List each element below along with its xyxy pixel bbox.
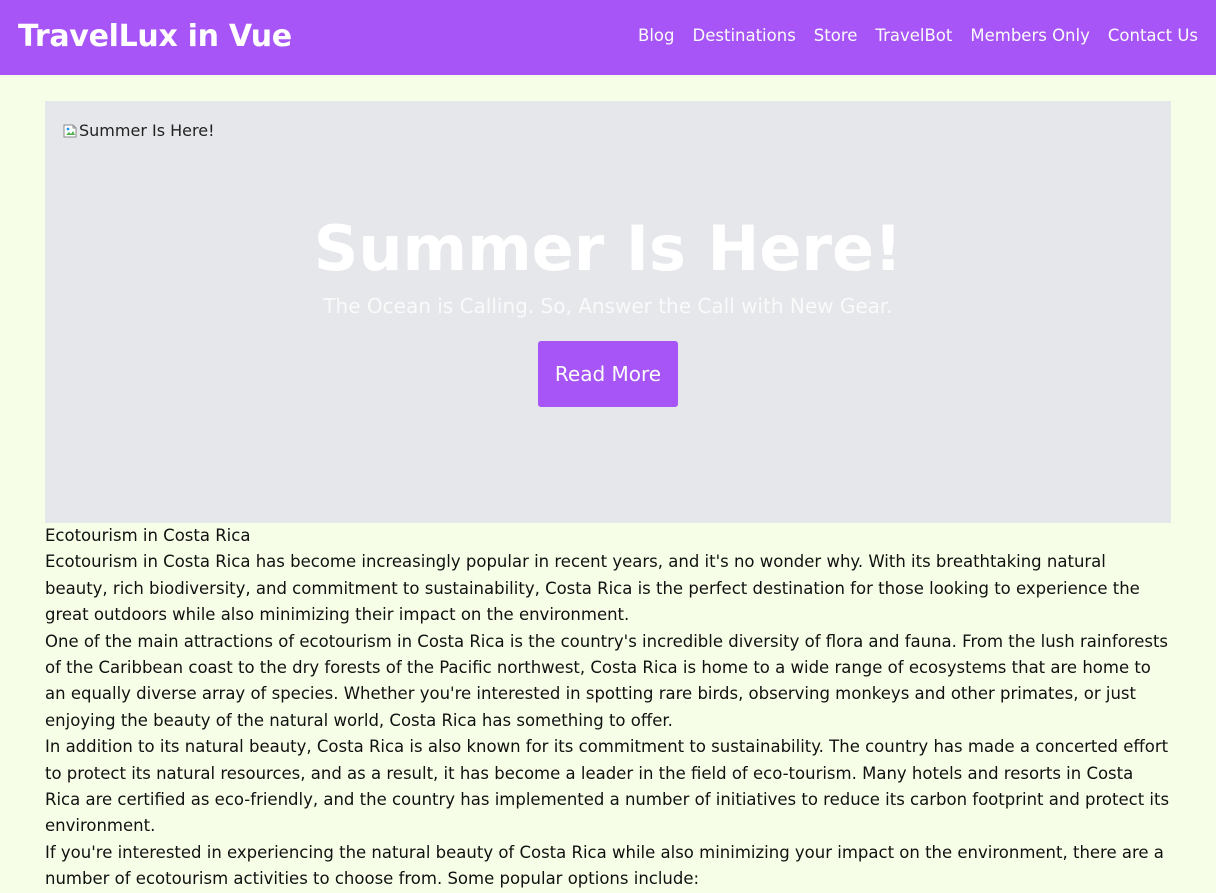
nav-link-members-only[interactable]: Members Only bbox=[970, 24, 1090, 48]
main-nav: Blog Destinations Store TravelBot Member… bbox=[638, 24, 1198, 48]
article-paragraph-2: One of the main attractions of ecotouris… bbox=[45, 631, 1169, 730]
article-paragraph-1: Ecotourism in Costa Rica has become incr… bbox=[45, 552, 1140, 625]
broken-image-icon bbox=[63, 124, 77, 138]
article-content: Ecotourism in Costa Rica Ecotourism in C… bbox=[45, 523, 1172, 893]
nav-link-destinations[interactable]: Destinations bbox=[693, 24, 796, 48]
hero-banner: Summer Is Here! Summer Is Here! The Ocea… bbox=[45, 101, 1171, 523]
article-heading: Ecotourism in Costa Rica bbox=[45, 526, 251, 545]
read-more-button[interactable]: Read More bbox=[538, 341, 678, 407]
nav-link-contact-us[interactable]: Contact Us bbox=[1108, 24, 1198, 48]
top-navbar: TravelLux in Vue Blog Destinations Store… bbox=[0, 0, 1216, 75]
hero-title: Summer Is Here! bbox=[313, 212, 903, 285]
site-brand[interactable]: TravelLux in Vue bbox=[18, 17, 292, 57]
nav-link-store[interactable]: Store bbox=[814, 24, 858, 48]
article-paragraph-4: If you're interested in experiencing the… bbox=[45, 842, 1164, 889]
nav-link-blog[interactable]: Blog bbox=[638, 24, 674, 48]
hero-image-alt-text: Summer Is Here! bbox=[79, 121, 215, 140]
article-paragraph-3: In addition to its natural beauty, Costa… bbox=[45, 737, 1170, 836]
nav-link-travelbot[interactable]: TravelBot bbox=[875, 24, 952, 48]
hero-image: Summer Is Here! bbox=[62, 119, 214, 143]
hero-subtitle: The Ocean is Calling. So, Answer the Cal… bbox=[323, 294, 893, 318]
